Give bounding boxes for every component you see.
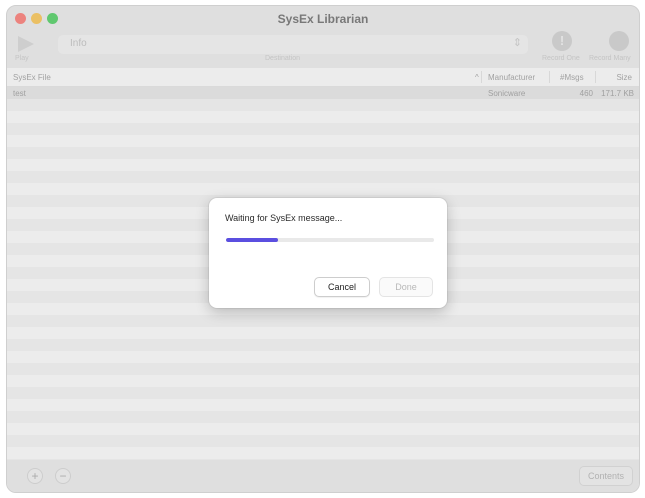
done-button[interactable]: Done: [379, 277, 433, 297]
progress-bar-fill: [226, 238, 278, 242]
dialog-message: Waiting for SysEx message...: [225, 213, 343, 223]
cancel-button[interactable]: Cancel: [314, 277, 370, 297]
progress-bar: [226, 238, 434, 242]
progress-dialog: Waiting for SysEx message... Cancel Done: [209, 198, 447, 308]
